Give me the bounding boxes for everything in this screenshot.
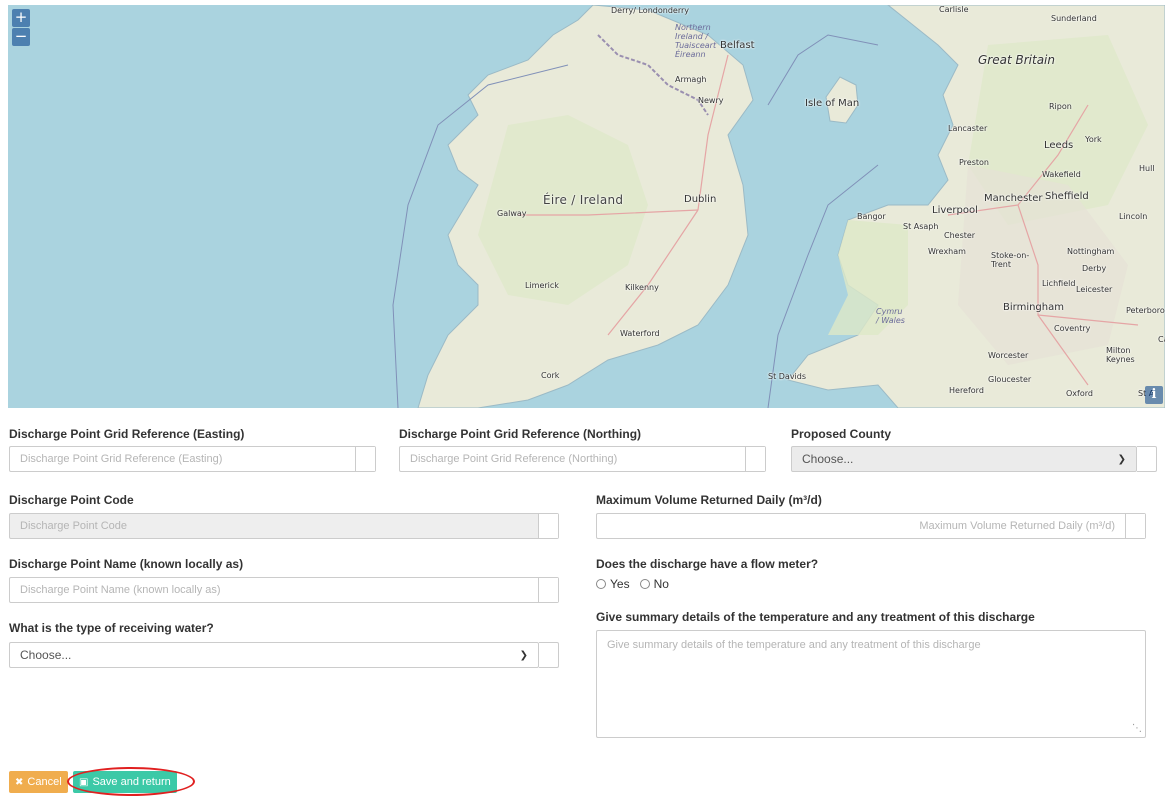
summary-placeholder: Give summary details of the temperature … xyxy=(607,639,981,651)
name-label: Discharge Point Name (known locally as) xyxy=(9,557,244,571)
zoom-out-button[interactable]: − xyxy=(12,28,30,46)
map-label-leicester: Leicester xyxy=(1076,285,1113,294)
map-label-ripon: Ripon xyxy=(1049,102,1072,111)
flow-meter-yes-radio[interactable] xyxy=(596,579,606,589)
county-select-value: Choose... xyxy=(802,452,854,466)
flow-meter-yes-label[interactable]: Yes xyxy=(610,577,630,591)
map-label-belfast: Belfast xyxy=(720,40,755,51)
map-label-leeds: Leeds xyxy=(1044,140,1074,151)
map-label-isle-of-man: Isle of Man xyxy=(805,98,860,109)
name-input[interactable] xyxy=(10,578,538,602)
map-label-hereford: Hereford xyxy=(949,386,984,395)
map-label-derby: Derby xyxy=(1082,264,1107,273)
map-label-wrexham: Wrexham xyxy=(928,247,966,256)
easting-input[interactable] xyxy=(10,447,355,471)
summary-textarea[interactable]: Give summary details of the temperature … xyxy=(596,630,1146,738)
map-label-waterford: Waterford xyxy=(620,329,660,338)
map-label-dublin: Dublin xyxy=(684,194,717,205)
chevron-down-icon: ❯ xyxy=(519,649,528,661)
easting-label: Discharge Point Grid Reference (Easting) xyxy=(9,427,245,441)
map-label-cork: Cork xyxy=(541,371,560,380)
max-volume-field xyxy=(596,513,1146,539)
receiving-water-select[interactable]: Choose... ❯ xyxy=(9,642,539,668)
map-label-lancaster: Lancaster xyxy=(948,124,988,133)
map-label-nottingham: Nottingham xyxy=(1067,247,1115,256)
name-addon xyxy=(538,578,558,602)
name-field xyxy=(9,577,559,603)
map-label-st-asaph: St Asaph xyxy=(903,222,939,231)
map-label-armagh: Armagh xyxy=(675,75,707,84)
map-label-chester: Chester xyxy=(944,231,976,240)
times-icon: ✖ xyxy=(15,776,24,788)
map-label-birmingham: Birmingham xyxy=(1003,302,1064,313)
zoom-controls: + − xyxy=(12,9,30,46)
flow-meter-no-label[interactable]: No xyxy=(654,577,669,591)
map-label-oxford: Oxford xyxy=(1066,389,1093,398)
map-label-peterborough: Peterboro xyxy=(1126,306,1165,315)
county-addon xyxy=(1137,446,1157,472)
map-label-cymru: Cymru / Wales xyxy=(876,307,905,325)
northing-addon xyxy=(745,447,765,471)
max-volume-input[interactable] xyxy=(597,514,1125,538)
easting-field xyxy=(9,446,376,472)
map-label-limerick: Limerick xyxy=(525,281,559,290)
northing-label: Discharge Point Grid Reference (Northing… xyxy=(399,427,642,441)
chevron-down-icon: ❯ xyxy=(1117,453,1126,465)
summary-label: Give summary details of the temperature … xyxy=(596,610,1035,624)
receiving-water-addon xyxy=(539,642,559,668)
county-label: Proposed County xyxy=(791,427,892,441)
resize-grip-icon[interactable]: ⋱ xyxy=(1132,723,1142,734)
map-label-newry: Newry xyxy=(698,96,724,105)
map-label-sheffield: Sheffield xyxy=(1045,191,1089,202)
map-label-manchester: Manchester xyxy=(984,193,1043,204)
map-label-york: York xyxy=(1085,135,1102,144)
map-label-worcester: Worcester xyxy=(988,351,1029,360)
map-label-preston: Preston xyxy=(959,158,989,167)
receiving-water-value: Choose... xyxy=(20,648,72,662)
max-volume-label: Maximum Volume Returned Daily (m³/d) xyxy=(596,493,822,507)
map-label-kilkenny: Kilkenny xyxy=(625,283,659,292)
map-label-cambridge-edge: Ca xyxy=(1158,335,1165,344)
map-label-hull: Hull xyxy=(1139,164,1155,173)
code-field xyxy=(9,513,559,539)
zoom-in-button[interactable]: + xyxy=(12,9,30,27)
map-view[interactable]: + − Derry/ Londonderry Northern Ireland … xyxy=(8,5,1165,408)
map-label-lichfield: Lichfield xyxy=(1042,279,1076,288)
map-label-carlisle: Carlisle xyxy=(939,5,969,14)
county-select[interactable]: Choose... ❯ xyxy=(791,446,1137,472)
flow-meter-no-radio[interactable] xyxy=(639,579,650,589)
flow-meter-label: Does the discharge have a flow meter? xyxy=(596,557,819,571)
cancel-button-label: Cancel xyxy=(27,776,62,788)
code-input[interactable] xyxy=(10,514,538,538)
map-label-galway: Galway xyxy=(497,209,527,218)
cancel-button[interactable]: ✖ Cancel xyxy=(9,771,68,793)
map-label-sunderland: Sunderland xyxy=(1051,14,1097,23)
map-label-lincoln: Lincoln xyxy=(1119,212,1148,221)
map-label-st-davids: St Davids xyxy=(768,372,807,381)
map-label-stoke: Stoke-on-Trent xyxy=(991,251,1030,269)
map-label-liverpool: Liverpool xyxy=(932,205,978,216)
map-label-derry: Derry/ Londonderry xyxy=(611,6,689,15)
map-label-bangor: Bangor xyxy=(857,212,886,221)
code-label: Discharge Point Code xyxy=(9,493,134,507)
code-addon xyxy=(538,514,558,538)
easting-addon xyxy=(355,447,375,471)
highlight-annotation xyxy=(67,767,195,796)
northing-input[interactable] xyxy=(400,447,745,471)
map-label-milton-keynes: Milton Keynes xyxy=(1106,346,1135,364)
northing-field xyxy=(399,446,766,472)
receiving-water-label: What is the type of receiving water? xyxy=(9,621,214,635)
map-label-wakefield: Wakefield xyxy=(1042,170,1081,179)
map-label-coventry: Coventry xyxy=(1054,324,1091,333)
flow-meter-radio-group: Yes No xyxy=(596,577,675,591)
map-label-eire: Éire / Ireland xyxy=(543,193,624,207)
map-label-great-britain: Great Britain xyxy=(978,53,1055,67)
info-icon[interactable]: i xyxy=(1145,386,1163,404)
max-volume-addon xyxy=(1125,514,1145,538)
map-label-gloucester: Gloucester xyxy=(988,375,1032,384)
